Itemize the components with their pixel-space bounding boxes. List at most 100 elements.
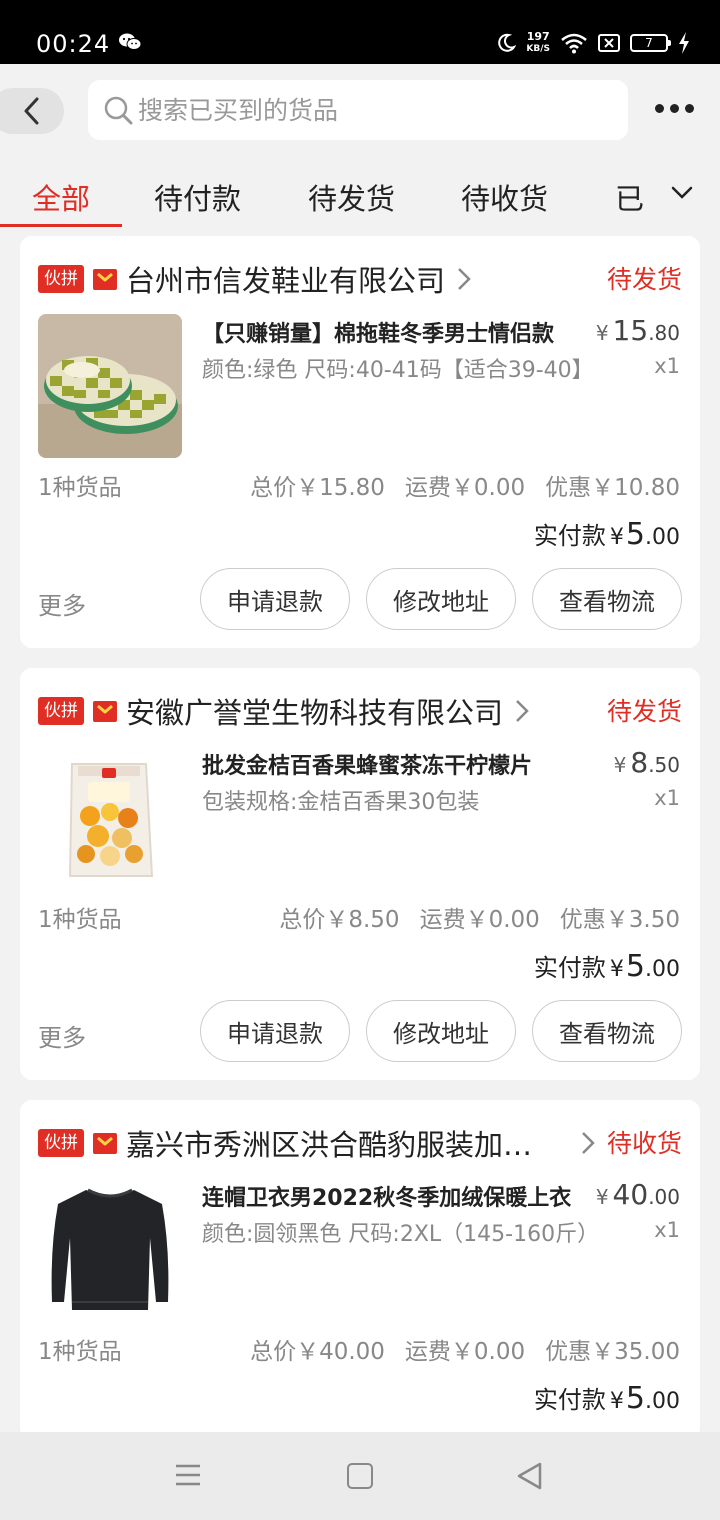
tab-all[interactable]: 全部 — [32, 176, 90, 218]
order-card[interactable]: 伙拼 嘉兴市秀洲区洪合酷豹服装加工厂 待收货 连帽卫衣男2022秋冬季加绒保暖上… — [20, 1100, 700, 1440]
item-price: ¥15.80 — [596, 314, 680, 347]
edit-address-button[interactable]: 修改地址 — [366, 568, 516, 630]
moon-icon — [498, 33, 517, 52]
view-logistics-button[interactable]: 查看物流 — [532, 568, 682, 630]
yen-symbol: ¥ — [609, 1389, 624, 1414]
nav-home-icon[interactable] — [347, 1463, 373, 1489]
gift-icon — [93, 701, 117, 722]
item-count: 1种货品 — [38, 1339, 122, 1365]
shop-name[interactable]: 嘉兴市秀洲区洪合酷豹服装加工厂 — [126, 1122, 551, 1164]
order-status: 待收货 — [606, 1129, 682, 1158]
request-refund-button[interactable]: 申请退款 — [200, 1000, 350, 1062]
paid-integer: 5 — [625, 1381, 645, 1416]
search-box[interactable] — [88, 80, 628, 140]
price-decimal: .00 — [648, 1185, 680, 1209]
shipping-fee: 运费￥0.00 — [419, 907, 540, 933]
order-card[interactable]: 伙拼 台州市信发鞋业有限公司 待发货 【只赚销量】棉拖鞋冬季男士情侣款 颜色:绿… — [20, 236, 700, 648]
tab-completed[interactable]: 已 — [615, 176, 644, 218]
item-title[interactable]: 连帽卫衣男2022秋冬季加绒保暖上衣 — [202, 1180, 582, 1212]
total-price: 总价￥15.80 — [250, 475, 385, 501]
wechat-icon — [119, 33, 142, 50]
discount: 优惠￥3.50 — [559, 907, 680, 933]
order-status: 待发货 — [606, 697, 682, 726]
group-buy-badge: 伙拼 — [38, 1129, 84, 1157]
tab-active-indicator — [0, 224, 122, 227]
paid-integer: 5 — [625, 517, 645, 552]
item-spec: 包装规格:金桔百香果30包装 — [202, 790, 480, 815]
shop-row[interactable]: 伙拼 嘉兴市秀洲区洪合酷豹服装加工厂 — [38, 1122, 595, 1164]
paid-amount: 实付款 ¥ 5 .00 — [534, 516, 680, 552]
yen-symbol: ¥ — [609, 957, 624, 982]
sweatshirt-image — [38, 1178, 182, 1322]
price-decimal: .80 — [648, 321, 680, 345]
sim-icon — [598, 34, 620, 52]
tab-pending-payment[interactable]: 待付款 — [154, 176, 241, 218]
price-integer: 8 — [630, 746, 649, 779]
shop-name[interactable]: 台州市信发鞋业有限公司 — [126, 258, 445, 300]
chevron-down-icon — [671, 186, 693, 199]
paid-amount: 实付款 ¥ 5 .00 — [534, 948, 680, 984]
tab-pending-shipment[interactable]: 待发货 — [308, 176, 395, 218]
action-buttons: 申请退款 修改地址 查看物流 — [200, 1000, 682, 1062]
yen-symbol: ¥ — [613, 753, 627, 777]
net-speed-value: 197 — [526, 30, 550, 43]
action-buttons: 申请退款 修改地址 查看物流 — [200, 568, 682, 630]
wifi-icon — [561, 33, 587, 54]
total-price: 总价￥40.00 — [250, 1339, 385, 1365]
header — [0, 64, 720, 158]
nav-menu-icon[interactable] — [175, 1464, 201, 1486]
item-count: 1种货品 — [38, 475, 122, 501]
status-bar: 00:24 197 KB/S 7 — [0, 0, 720, 64]
search-input[interactable] — [138, 95, 598, 125]
status-icons: 197 KB/S 7 — [496, 28, 690, 58]
item-price: ¥40.00 — [596, 1178, 680, 1211]
shop-row[interactable]: 伙拼 安徽广誉堂生物科技有限公司 — [38, 690, 529, 732]
item-title[interactable]: 批发金桔百香果蜂蜜茶冻干柠檬片 — [202, 748, 582, 780]
shop-row[interactable]: 伙拼 台州市信发鞋业有限公司 — [38, 258, 471, 300]
shop-name[interactable]: 安徽广誉堂生物科技有限公司 — [126, 690, 503, 732]
group-buy-badge: 伙拼 — [38, 265, 84, 293]
product-thumbnail[interactable] — [38, 314, 182, 458]
chevron-right-icon — [458, 268, 471, 290]
item-spec: 颜色:圆领黑色 尺码:2XL（145-160斤） — [202, 1222, 600, 1247]
more-dots-icon[interactable] — [655, 104, 694, 113]
tea-bag-image — [38, 746, 182, 890]
price-integer: 15 — [612, 314, 649, 347]
group-buy-badge: 伙拼 — [38, 697, 84, 725]
order-card[interactable]: 伙拼 安徽广誉堂生物科技有限公司 待发货 批发金桔百香果蜂蜜茶冻干柠檬片 包装规… — [20, 668, 700, 1080]
more-button[interactable]: 更多 — [38, 586, 86, 621]
product-thumbnail[interactable] — [38, 746, 182, 890]
item-price: ¥8.50 — [614, 746, 680, 779]
edit-address-button[interactable]: 修改地址 — [366, 1000, 516, 1062]
totals-row: 总价￥15.80 运费￥0.00 优惠￥10.80 — [250, 468, 680, 502]
gift-icon — [93, 1133, 117, 1154]
battery-icon: 7 — [630, 34, 671, 52]
total-price: 总价￥8.50 — [279, 907, 400, 933]
shipping-fee: 运费￥0.00 — [404, 475, 526, 501]
yen-symbol: ¥ — [595, 1185, 609, 1209]
tab-expand-button[interactable] — [644, 158, 720, 228]
request-refund-button[interactable]: 申请退款 — [200, 568, 350, 630]
product-thumbnail[interactable] — [38, 1178, 182, 1322]
item-quantity: x1 — [654, 354, 680, 378]
system-nav-bar — [0, 1432, 720, 1520]
net-speed-unit: KB/S — [526, 44, 550, 54]
shipping-fee: 运费￥0.00 — [404, 1339, 526, 1365]
yen-symbol: ¥ — [609, 525, 624, 550]
order-tabs: 全部 待付款 待发货 待收货 已 — [0, 158, 720, 228]
view-logistics-button[interactable]: 查看物流 — [532, 1000, 682, 1062]
item-title[interactable]: 【只赚销量】棉拖鞋冬季男士情侣款 — [202, 316, 582, 348]
item-count: 1种货品 — [38, 907, 122, 933]
discount: 优惠￥10.80 — [545, 475, 680, 501]
yen-symbol: ¥ — [595, 321, 609, 345]
paid-decimal: .00 — [645, 525, 680, 550]
tab-pending-receipt[interactable]: 待收货 — [461, 176, 548, 218]
more-button[interactable]: 更多 — [38, 1018, 86, 1053]
paid-label: 实付款 — [533, 1386, 606, 1414]
back-button[interactable] — [0, 88, 64, 134]
paid-label: 实付款 — [533, 522, 606, 550]
price-integer: 40 — [612, 1178, 649, 1211]
paid-amount: 实付款 ¥ 5 .00 — [534, 1380, 680, 1416]
nav-back-icon[interactable] — [515, 1461, 543, 1491]
price-decimal: .50 — [648, 753, 680, 777]
